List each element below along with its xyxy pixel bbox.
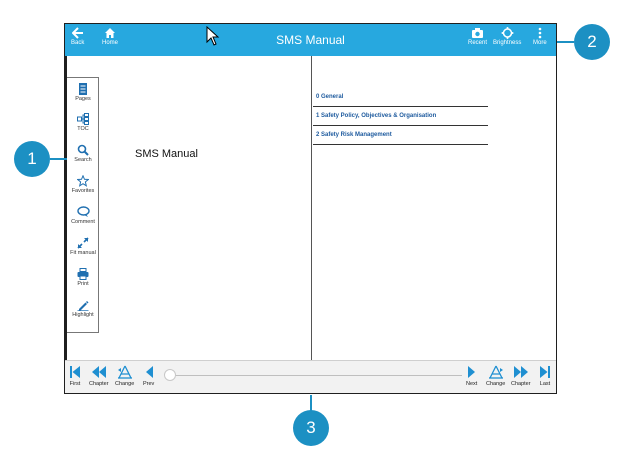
sidebar-label-highlight: Highlight [72,312,94,318]
comment-icon [76,206,90,217]
sidebar-item-pages[interactable]: Pages [67,83,99,102]
brightness-icon [501,27,514,39]
sidebar-item-search[interactable]: Search [67,144,99,163]
next-chapter-button[interactable]: Chapter [511,365,531,387]
search-icon [77,144,89,156]
recent-label: Recent [468,40,488,46]
sidebar-label-toc: TOC [77,126,89,132]
chapter-next-label: Chapter [511,381,531,387]
star-icon [77,175,89,187]
first-label: First [69,381,81,387]
callout-3: 3 [293,410,329,446]
sidebar-item-print[interactable]: Print [67,268,99,287]
brightness-label: Brightness [493,40,522,46]
more-label: More [533,40,547,46]
double-right-icon [513,366,528,378]
pencil-icon [77,301,89,311]
app-window: Back Home SMS Manual Recent Brightness M… [64,23,557,394]
callout-2: 2 [574,24,610,60]
chapter-prev-label: Chapter [89,381,109,387]
sidebar-label-fit-manual: Fit manual [70,250,96,256]
next-label: Next [466,381,478,387]
toc-item-safety-policy[interactable]: 1 Safety Policy, Objectives & Organisati… [313,107,488,126]
document-title: SMS Manual [135,148,198,160]
sidebar-item-fit-manual[interactable]: Fit manual [67,237,99,256]
more-vertical-icon [538,27,542,39]
toc-item-risk-management[interactable]: 2 Safety Risk Management [313,126,488,145]
skip-last-icon [540,366,550,378]
callout-1: 1 [14,141,50,177]
sidebar-item-favorites[interactable]: Favorites [67,175,99,194]
previous-chapter-button[interactable]: Chapter [89,365,109,387]
previous-change-button[interactable]: Change [115,365,134,387]
sidebar-item-comment[interactable]: Comment [67,206,99,225]
sidebar-label-search: Search [74,157,92,163]
page-divider [311,56,312,360]
callout-2-leader [557,41,574,43]
recent-button[interactable]: Recent [468,27,487,47]
change-prev-label: Change [115,381,135,387]
expand-icon [77,237,89,249]
change-back-icon [117,365,132,379]
toc-list: 0 General 1 Safety Policy, Objectives & … [313,88,488,145]
left-sidebar: Pages TOC Search Favorites Comment Fit m… [67,77,99,333]
more-button[interactable]: More [533,27,547,47]
prev-label: Prev [143,381,155,387]
top-toolbar: Back Home SMS Manual Recent Brightness M… [65,24,556,56]
print-icon [77,268,89,280]
callout-1-leader [50,158,67,160]
toc-icon [77,113,89,125]
sidebar-label-print: Print [77,281,89,287]
change-forward-icon [488,365,503,379]
arrow-left-icon [145,366,153,378]
change-next-label: Change [486,381,506,387]
bottom-navigation-bar: First Chapter Change Prev Next Change Ch… [65,360,556,393]
arrow-right-icon [467,366,475,378]
mouse-cursor-icon [206,26,220,46]
pages-icon [79,83,87,95]
sidebar-label-favorites: Favorites [71,188,95,194]
skip-first-icon [70,366,80,378]
previous-page-button[interactable]: Prev [143,365,154,387]
double-left-icon [91,366,106,378]
page-slider-track[interactable] [172,375,462,376]
document-viewer[interactable]: SMS Manual 0 General 1 Safety Policy, Ob… [65,56,556,360]
brightness-button[interactable]: Brightness [493,27,521,47]
last-label: Last [539,381,551,387]
toc-item-general[interactable]: 0 General [313,88,488,107]
next-change-button[interactable]: Change [486,365,505,387]
sidebar-label-comment: Comment [71,219,95,225]
sidebar-item-toc[interactable]: TOC [67,113,99,132]
camera-icon [472,28,483,38]
page-slider-thumb[interactable] [164,369,176,381]
next-page-button[interactable]: Next [466,365,477,387]
sidebar-item-highlight[interactable]: Highlight [67,299,99,318]
first-page-button[interactable]: First [69,365,81,387]
sidebar-label-pages: Pages [75,96,91,102]
last-page-button[interactable]: Last [539,365,551,387]
